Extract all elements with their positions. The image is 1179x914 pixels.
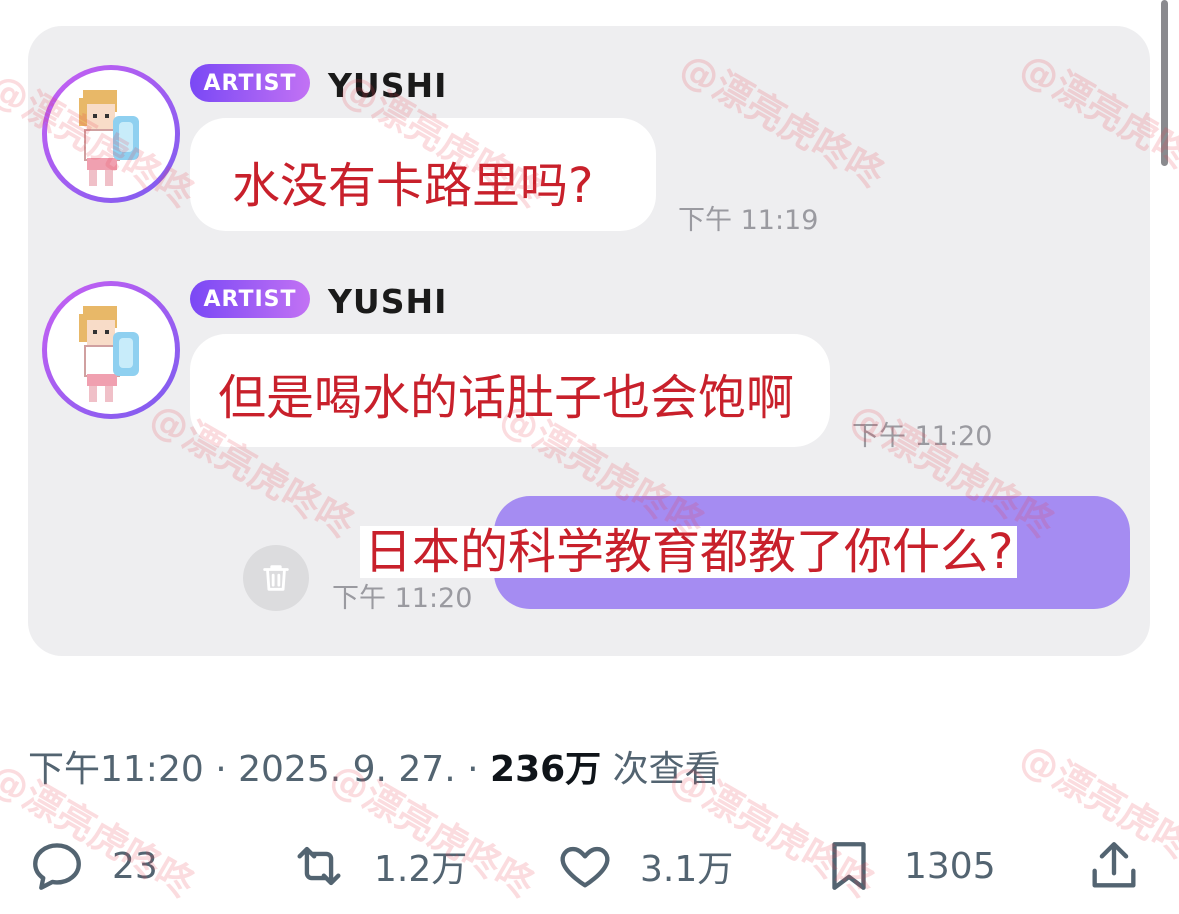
post-time[interactable]: 下午11:20 — [28, 749, 204, 790]
repost-count: 1.2万 — [374, 849, 468, 890]
meta-separator: · — [467, 749, 479, 790]
message-timestamp: 下午 11:19 — [678, 205, 819, 236]
message-text: 日本的科学教育都教了你什么? — [360, 526, 1018, 578]
like-button[interactable]: 3.1万 — [556, 838, 733, 894]
like-count: 3.1万 — [640, 849, 734, 890]
repost-icon — [297, 846, 341, 886]
post-date[interactable]: 2025. 9. 27. — [238, 749, 456, 790]
artist-badge: ARTIST — [190, 64, 310, 102]
trash-icon — [263, 565, 289, 591]
artist-badge: ARTIST — [190, 280, 310, 318]
message-text: 水没有卡路里吗? — [228, 160, 598, 212]
sender-name[interactable]: YUSHI — [328, 282, 447, 321]
delete-button[interactable] — [243, 545, 309, 611]
bookmark-button[interactable]: 1305 — [820, 838, 996, 894]
scrollbar[interactable] — [1161, 0, 1168, 166]
reply-icon — [33, 843, 81, 890]
message-text: 但是喝水的话肚子也会饱啊 — [214, 372, 799, 424]
reply-count: 23 — [112, 845, 158, 887]
sender-name[interactable]: YUSHI — [328, 66, 447, 105]
view-label: 次查看 — [612, 749, 721, 790]
bookmark-icon — [832, 842, 866, 890]
post-meta: 下午11:20 · 2025. 9. 27. · 236万 次查看 — [28, 740, 721, 792]
repost-button[interactable]: 1.2万 — [290, 838, 467, 894]
message-timestamp: 下午 11:20 — [852, 421, 993, 452]
avatar[interactable] — [42, 65, 180, 203]
reply-button[interactable]: 23 — [28, 838, 158, 894]
share-icon — [1092, 842, 1136, 888]
message-timestamp: 下午 11:20 — [332, 583, 473, 614]
artist-avatar-icon — [79, 306, 139, 402]
share-button[interactable] — [1085, 838, 1143, 894]
heart-icon — [560, 846, 610, 888]
artist-avatar-icon — [79, 90, 139, 186]
meta-separator: · — [215, 749, 227, 790]
bookmark-count: 1305 — [904, 845, 996, 887]
avatar[interactable] — [42, 281, 180, 419]
view-count: 236万 — [490, 749, 602, 790]
